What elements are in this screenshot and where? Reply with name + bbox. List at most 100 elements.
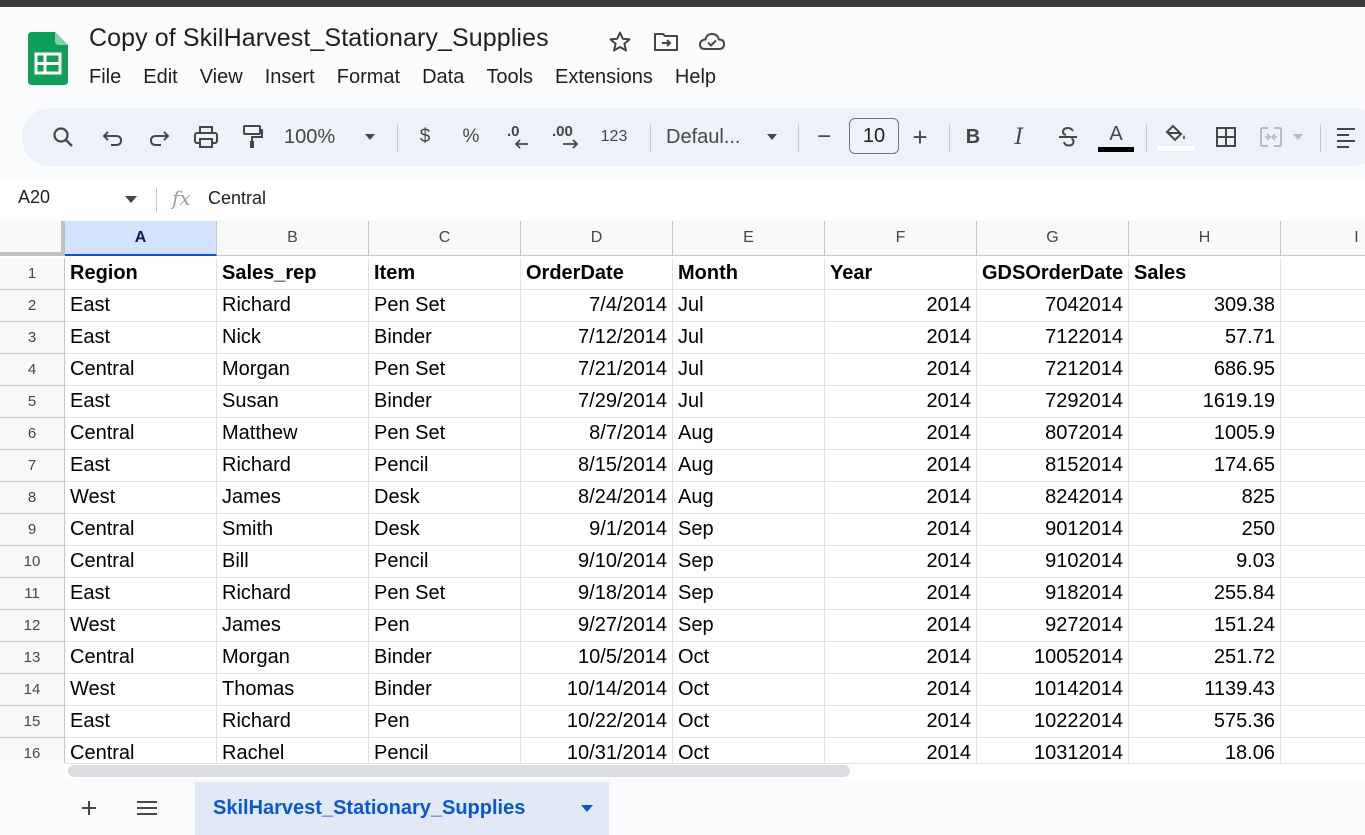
table-cell[interactable]: Binder bbox=[369, 322, 521, 354]
table-cell[interactable]: Jul bbox=[673, 290, 825, 322]
menu-extensions[interactable]: Extensions bbox=[555, 64, 653, 90]
column-header-e[interactable]: E bbox=[673, 221, 825, 256]
column-header-f[interactable]: F bbox=[825, 221, 977, 256]
table-cell[interactable]: 1005.9 bbox=[1129, 418, 1281, 450]
increase-font-size-button[interactable]: + bbox=[908, 108, 932, 166]
font-size-input[interactable]: 10 bbox=[849, 118, 899, 154]
row-header-8[interactable]: 8 bbox=[0, 482, 65, 514]
table-cell[interactable]: James bbox=[217, 610, 369, 642]
row-header-2[interactable]: 2 bbox=[0, 290, 65, 322]
bold-button[interactable]: B bbox=[962, 108, 984, 166]
table-cell[interactable]: 9/27/2014 bbox=[521, 610, 673, 642]
borders-icon[interactable] bbox=[1212, 108, 1240, 166]
table-cell[interactable]: 10/5/2014 bbox=[521, 642, 673, 674]
table-cell[interactable]: 309.38 bbox=[1129, 290, 1281, 322]
table-cell[interactable]: Central bbox=[65, 418, 217, 450]
zoom-select[interactable]: 100% bbox=[284, 108, 346, 166]
table-cell[interactable]: 57.71 bbox=[1129, 322, 1281, 354]
table-cell[interactable]: 2014 bbox=[825, 642, 977, 674]
decrease-decimal-button[interactable]: .0 bbox=[504, 108, 534, 166]
table-cell[interactable]: 2014 bbox=[825, 674, 977, 706]
move-folder-icon[interactable] bbox=[650, 28, 682, 56]
table-cell[interactable]: West bbox=[65, 674, 217, 706]
header-cell[interactable] bbox=[1281, 258, 1365, 290]
table-cell[interactable]: 18.06 bbox=[1129, 738, 1281, 763]
row-header-14[interactable]: 14 bbox=[0, 674, 65, 706]
redo-icon[interactable] bbox=[144, 108, 174, 166]
table-cell[interactable]: Richard bbox=[217, 706, 369, 738]
menu-format[interactable]: Format bbox=[337, 64, 400, 90]
table-cell[interactable]: Pen Set bbox=[369, 290, 521, 322]
table-cell[interactable] bbox=[1281, 642, 1365, 674]
table-cell[interactable]: 9/18/2014 bbox=[521, 578, 673, 610]
table-cell[interactable]: Central bbox=[65, 738, 217, 763]
table-cell[interactable]: 9102014 bbox=[977, 546, 1129, 578]
table-cell[interactable]: 250 bbox=[1129, 514, 1281, 546]
table-cell[interactable]: Jul bbox=[673, 354, 825, 386]
table-cell[interactable]: 10/14/2014 bbox=[521, 674, 673, 706]
row-header-15[interactable]: 15 bbox=[0, 706, 65, 738]
all-sheets-menu-icon[interactable] bbox=[134, 795, 160, 821]
row-header-5[interactable]: 5 bbox=[0, 386, 65, 418]
table-cell[interactable]: Sep bbox=[673, 514, 825, 546]
column-header-g[interactable]: G bbox=[977, 221, 1129, 256]
row-header-1[interactable]: 1 bbox=[0, 258, 65, 290]
text-color-button[interactable]: A bbox=[1098, 108, 1134, 166]
row-header-10[interactable]: 10 bbox=[0, 546, 65, 578]
table-cell[interactable]: 2014 bbox=[825, 322, 977, 354]
chevron-down-icon[interactable] bbox=[762, 108, 782, 166]
table-cell[interactable]: Pen Set bbox=[369, 354, 521, 386]
table-cell[interactable]: Thomas bbox=[217, 674, 369, 706]
table-cell[interactable]: 2014 bbox=[825, 610, 977, 642]
table-cell[interactable]: 10/31/2014 bbox=[521, 738, 673, 763]
sheet-tab-active[interactable]: SkilHarvest_Stationary_Supplies bbox=[195, 782, 609, 835]
table-cell[interactable]: Aug bbox=[673, 450, 825, 482]
table-cell[interactable]: Binder bbox=[369, 674, 521, 706]
header-cell[interactable]: Sales_rep bbox=[217, 258, 369, 290]
table-cell[interactable]: Aug bbox=[673, 482, 825, 514]
table-cell[interactable]: West bbox=[65, 610, 217, 642]
table-cell[interactable]: 7/4/2014 bbox=[521, 290, 673, 322]
table-cell[interactable] bbox=[1281, 418, 1365, 450]
table-cell[interactable]: Richard bbox=[217, 290, 369, 322]
table-cell[interactable]: 9272014 bbox=[977, 610, 1129, 642]
table-cell[interactable]: East bbox=[65, 290, 217, 322]
table-cell[interactable]: 7122014 bbox=[977, 322, 1129, 354]
table-cell[interactable]: Nick bbox=[217, 322, 369, 354]
table-cell[interactable]: Jul bbox=[673, 322, 825, 354]
table-cell[interactable]: 1619.19 bbox=[1129, 386, 1281, 418]
table-cell[interactable]: 2014 bbox=[825, 354, 977, 386]
table-cell[interactable]: 9.03 bbox=[1129, 546, 1281, 578]
table-cell[interactable]: East bbox=[65, 386, 217, 418]
table-cell[interactable]: 10/22/2014 bbox=[521, 706, 673, 738]
row-header-12[interactable]: 12 bbox=[0, 610, 65, 642]
column-header-a[interactable]: A bbox=[65, 221, 217, 256]
column-header-b[interactable]: B bbox=[217, 221, 369, 256]
table-cell[interactable]: 2014 bbox=[825, 386, 977, 418]
menu-insert[interactable]: Insert bbox=[265, 64, 315, 90]
table-cell[interactable]: 10142014 bbox=[977, 674, 1129, 706]
table-cell[interactable]: Pencil bbox=[369, 450, 521, 482]
table-cell[interactable]: 1139.43 bbox=[1129, 674, 1281, 706]
cloud-status-icon[interactable] bbox=[696, 28, 728, 56]
fill-color-button[interactable] bbox=[1158, 108, 1194, 166]
italic-button[interactable]: I bbox=[1008, 108, 1030, 166]
menu-data[interactable]: Data bbox=[422, 64, 464, 90]
font-family-select[interactable]: Defaul... bbox=[666, 108, 748, 166]
chevron-down-icon[interactable] bbox=[580, 804, 594, 813]
decrease-font-size-button[interactable]: − bbox=[812, 108, 836, 166]
table-cell[interactable]: Richard bbox=[217, 450, 369, 482]
header-cell[interactable]: Year bbox=[825, 258, 977, 290]
table-cell[interactable] bbox=[1281, 546, 1365, 578]
table-cell[interactable]: Rachel bbox=[217, 738, 369, 763]
table-cell[interactable]: 7/12/2014 bbox=[521, 322, 673, 354]
table-cell[interactable]: 2014 bbox=[825, 290, 977, 322]
spreadsheet-grid[interactable]: A B C D E F G H I 1 Region Sales_rep Item OrderDate Mo… bbox=[0, 221, 1365, 763]
table-cell[interactable]: Jul bbox=[673, 386, 825, 418]
table-cell[interactable]: 174.65 bbox=[1129, 450, 1281, 482]
table-cell[interactable]: 825 bbox=[1129, 482, 1281, 514]
table-cell[interactable]: Aug bbox=[673, 418, 825, 450]
table-cell[interactable]: Oct bbox=[673, 706, 825, 738]
table-cell[interactable] bbox=[1281, 386, 1365, 418]
sheets-logo-icon[interactable] bbox=[28, 32, 68, 85]
